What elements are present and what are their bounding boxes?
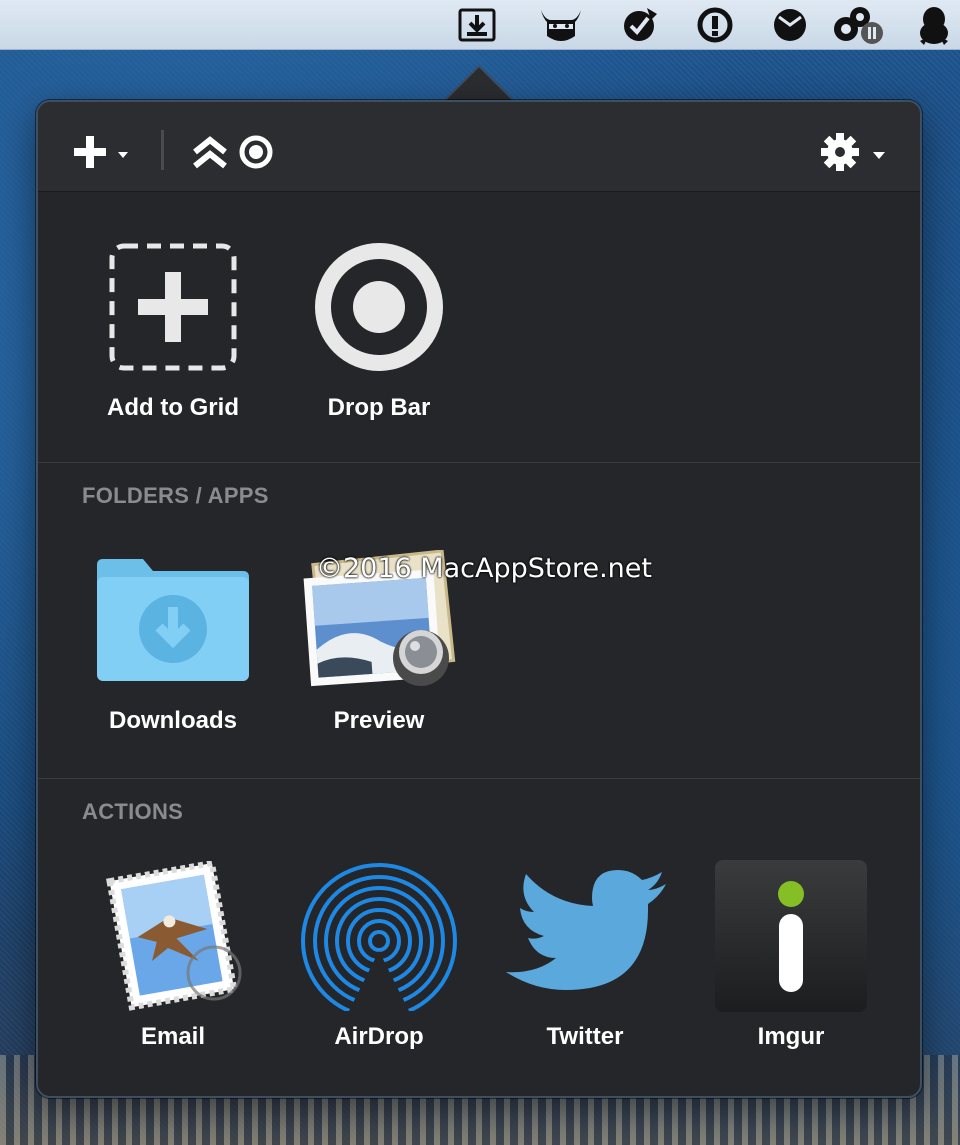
popover-toolbar bbox=[38, 102, 920, 192]
actions-section: ACTIONS Email AirDrop Twitter Imgur bbox=[38, 778, 920, 1096]
section-title-actions: ACTIONS bbox=[82, 799, 184, 824]
target-icon bbox=[239, 135, 273, 169]
action-item-email[interactable]: Email bbox=[88, 861, 258, 1051]
downloads-label: Downloads bbox=[108, 707, 237, 734]
settings-menu-button[interactable] bbox=[818, 130, 894, 174]
gear-icon bbox=[821, 133, 885, 171]
airdrop-icon bbox=[301, 863, 457, 1011]
action-item-airdrop[interactable]: AirDrop bbox=[294, 861, 464, 1051]
add-menu-button[interactable] bbox=[72, 132, 136, 172]
airdrop-label: AirDrop bbox=[334, 1023, 424, 1050]
popover-arrow bbox=[443, 66, 515, 102]
imgur-label: Imgur bbox=[757, 1023, 825, 1050]
drop-bar-tile[interactable]: Drop Bar bbox=[294, 232, 464, 422]
twitter-bird-icon bbox=[506, 870, 666, 990]
downloads-folder-icon bbox=[97, 559, 249, 681]
drop-bar-icon bbox=[315, 243, 443, 371]
add-to-grid-tile[interactable]: Add to Grid bbox=[88, 232, 258, 422]
horned-helmet-icon[interactable] bbox=[537, 6, 585, 44]
email-label: Email bbox=[140, 1023, 206, 1050]
checkmark-badge-icon[interactable] bbox=[620, 6, 660, 44]
watermark-text: ©2016 MacAppStore.net bbox=[316, 553, 652, 584]
drop-bar-label: Drop Bar bbox=[327, 394, 431, 421]
gears-pause-icon[interactable] bbox=[832, 6, 886, 44]
collapse-button[interactable] bbox=[192, 132, 228, 172]
dropzone-popover: Add to Grid Drop Bar FOLDERS / APPS Down… bbox=[36, 100, 922, 1098]
menu-bar bbox=[0, 0, 960, 50]
question-circle-icon[interactable] bbox=[695, 6, 735, 44]
add-to-grid-label: Add to Grid bbox=[107, 394, 239, 421]
clock-icon[interactable] bbox=[770, 6, 810, 44]
toolbar-divider bbox=[161, 130, 164, 170]
twitter-label: Twitter bbox=[546, 1023, 624, 1050]
action-item-twitter[interactable]: Twitter bbox=[500, 861, 670, 1051]
section-title-folders: FOLDERS / APPS bbox=[82, 483, 269, 508]
double-chevron-up-icon bbox=[193, 136, 227, 169]
drop-bar-button[interactable] bbox=[236, 132, 276, 172]
add-dashed-icon bbox=[109, 243, 237, 371]
penguin-icon[interactable] bbox=[914, 6, 954, 45]
dropzone-icon[interactable] bbox=[457, 6, 497, 44]
imgur-icon bbox=[715, 860, 867, 1012]
folders-apps-section: FOLDERS / APPS Downloads Preview bbox=[38, 462, 920, 778]
action-item-imgur[interactable]: Imgur bbox=[706, 860, 876, 1051]
plus-icon bbox=[74, 136, 128, 168]
mail-stamp-icon bbox=[106, 861, 242, 1011]
preview-label: Preview bbox=[333, 707, 425, 734]
folder-item-downloads[interactable]: Downloads bbox=[88, 545, 258, 735]
